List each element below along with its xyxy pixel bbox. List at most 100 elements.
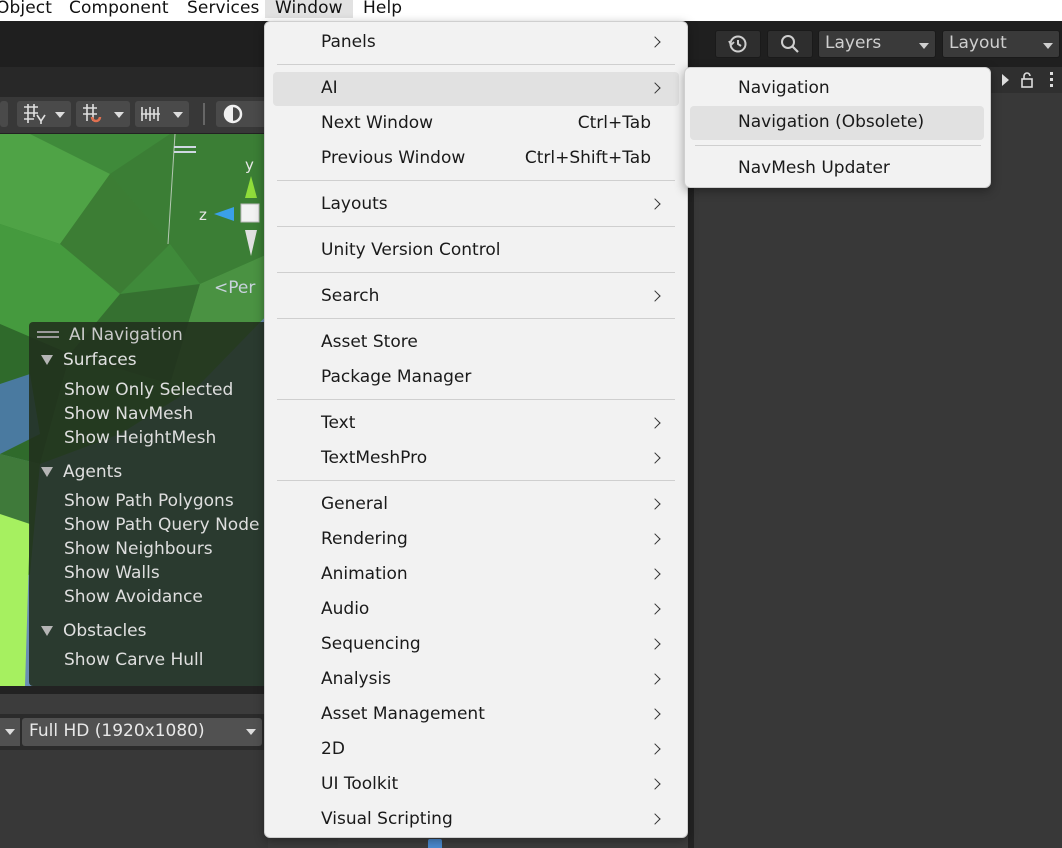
grid-snap-button[interactable] [17, 101, 71, 127]
option-show-path-polygons[interactable]: Show Path Polygons [64, 491, 234, 511]
menu-bar: Object Component Services Window Help [0, 0, 1062, 21]
menu-item-previous-window[interactable]: Previous Window Ctrl+Shift+Tab [273, 142, 679, 176]
lock-icon[interactable] [1020, 71, 1034, 89]
menu-help[interactable]: Help [363, 0, 402, 18]
menu-item-label: General [321, 494, 388, 514]
submenu-item-navmesh-updater[interactable]: NavMesh Updater [690, 152, 984, 186]
option-show-carve-hull[interactable]: Show Carve Hull [64, 650, 203, 670]
ai-submenu: Navigation Navigation (Obsolete) NavMesh… [684, 67, 991, 188]
chevron-right-icon [649, 498, 661, 510]
menu-item-ui-toolkit[interactable]: UI Toolkit [273, 768, 679, 802]
chevron-right-icon [649, 452, 661, 464]
menu-item-label: Sequencing [321, 634, 421, 654]
menu-item-shortcut: Ctrl+Tab [577, 113, 651, 133]
menu-item-layouts[interactable]: Layouts [273, 188, 679, 222]
menu-item-label: AI [321, 78, 338, 98]
menu-item-package-manager[interactable]: Package Manager [273, 361, 679, 395]
menu-item-label: NavMesh Updater [738, 158, 890, 178]
menu-separator [277, 180, 675, 181]
ruler-snap-button[interactable] [135, 101, 189, 127]
layout-dropdown[interactable]: Layout [942, 30, 1060, 58]
menu-separator [277, 272, 675, 273]
menu-item-next-window[interactable]: Next Window Ctrl+Tab [273, 107, 679, 141]
menu-component[interactable]: Component [69, 0, 169, 18]
option-show-heightmesh[interactable]: Show HeightMesh [64, 428, 216, 448]
play-triangle-icon[interactable] [1002, 74, 1009, 86]
menu-item-label: Audio [321, 599, 370, 619]
option-show-walls[interactable]: Show Walls [64, 563, 160, 583]
more-options-icon[interactable] [1050, 72, 1053, 75]
inspector-header [980, 67, 1062, 93]
history-button[interactable] [715, 30, 761, 58]
menu-separator [277, 480, 675, 481]
drag-handle-icon[interactable] [37, 331, 59, 333]
chevron-right-icon [649, 638, 661, 650]
submenu-item-navigation-obsolete[interactable]: Navigation (Obsolete) [690, 106, 984, 140]
game-view-area [0, 750, 268, 848]
chevron-right-icon [649, 198, 661, 210]
menu-item-label: Asset Store [321, 332, 418, 352]
game-view-separator [0, 686, 268, 694]
menu-item-visual-scripting[interactable]: Visual Scripting [273, 803, 679, 837]
surfaces-foldout[interactable]: Surfaces [41, 350, 137, 370]
menu-item-rendering[interactable]: Rendering [273, 523, 679, 557]
option-show-path-query-node[interactable]: Show Path Query Node [64, 515, 259, 535]
layout-dropdown-label: Layout [949, 33, 1007, 53]
chevron-right-icon [649, 417, 661, 429]
chevron-right-icon [649, 82, 661, 94]
menu-item-label: TextMeshPro [321, 448, 428, 468]
increment-snap-button[interactable] [76, 101, 130, 127]
option-show-only-selected[interactable]: Show Only Selected [64, 380, 233, 400]
menu-item-asset-management[interactable]: Asset Management [273, 698, 679, 732]
option-show-neighbours[interactable]: Show Neighbours [64, 539, 213, 559]
menu-item-panels[interactable]: Panels [273, 26, 679, 60]
menu-item-label: Navigation [738, 78, 830, 98]
menu-item-shortcut: Ctrl+Shift+Tab [524, 148, 651, 168]
resolution-dropdown[interactable]: Full HD (1920x1080) [22, 718, 262, 746]
menu-item-label: Previous Window [321, 148, 466, 168]
menu-item-animation[interactable]: Animation [273, 558, 679, 592]
search-button[interactable] [767, 30, 813, 58]
display-dropdown[interactable] [0, 718, 20, 746]
foldout-arrow-icon [41, 626, 53, 636]
orientation-gizmo[interactable]: y z [196, 156, 266, 266]
menu-separator [277, 318, 675, 319]
menu-item-label: Next Window [321, 113, 434, 133]
menu-services[interactable]: Services [187, 0, 260, 18]
menu-separator [695, 145, 981, 146]
menu-separator [277, 399, 675, 400]
chevron-down-icon [246, 729, 256, 735]
menu-item-asset-store[interactable]: Asset Store [273, 326, 679, 360]
menu-item-label: Animation [321, 564, 408, 584]
shading-mode-button[interactable] [216, 101, 268, 127]
submenu-item-navigation[interactable]: Navigation [690, 72, 984, 106]
window-menu: Panels AI Next Window Ctrl+Tab Previous … [264, 21, 688, 838]
toolbar-divider [203, 103, 205, 125]
surfaces-label: Surfaces [63, 350, 137, 370]
gizmo-z-label: z [199, 206, 207, 224]
menu-separator [277, 64, 675, 65]
menu-item-2d[interactable]: 2D [273, 733, 679, 767]
menu-item-text[interactable]: Text [273, 407, 679, 441]
menu-window[interactable]: Window [265, 0, 353, 18]
option-show-navmesh[interactable]: Show NavMesh [64, 404, 193, 424]
layers-dropdown[interactable]: Layers [818, 30, 936, 58]
menu-item-label: Asset Management [321, 704, 485, 724]
menu-item-general[interactable]: General [273, 488, 679, 522]
menu-item-analysis[interactable]: Analysis [273, 663, 679, 697]
option-show-avoidance[interactable]: Show Avoidance [64, 587, 203, 607]
menu-item-textmeshpro[interactable]: TextMeshPro [273, 442, 679, 476]
menu-object[interactable]: Object [0, 0, 52, 18]
perspective-label[interactable]: <Per [214, 278, 255, 298]
menu-item-audio[interactable]: Audio [273, 593, 679, 627]
menu-item-unity-version-control[interactable]: Unity Version Control [273, 234, 679, 268]
obstacles-foldout[interactable]: Obstacles [41, 621, 147, 641]
agents-foldout[interactable]: Agents [41, 462, 122, 482]
chevron-down-icon [173, 112, 183, 118]
cube-icon [428, 839, 442, 848]
foldout-arrow-icon [41, 467, 53, 477]
menu-item-sequencing[interactable]: Sequencing [273, 628, 679, 662]
chevron-down-icon [5, 729, 15, 735]
menu-item-search[interactable]: Search [273, 280, 679, 314]
menu-item-ai[interactable]: AI [273, 72, 679, 106]
